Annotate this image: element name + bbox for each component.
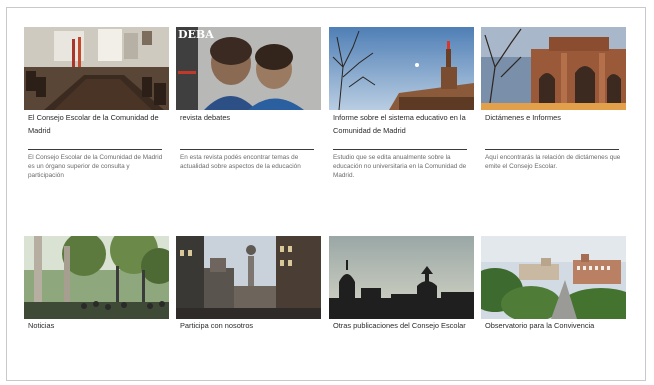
puerta-alcala-image[interactable]: [481, 27, 626, 110]
card-divider: [333, 149, 467, 150]
card-title[interactable]: revista debates: [180, 112, 318, 125]
card-title[interactable]: Noticias: [28, 320, 166, 333]
card-description: El Consejo Escolar de la Comunidad de Ma…: [28, 154, 163, 179]
card-description: Aquí encontrarás la relación de dictámen…: [485, 154, 621, 170]
magazine-logo: DEBA: [178, 28, 214, 41]
park-image[interactable]: [24, 236, 169, 319]
card-informe[interactable]: Informe sobre el sistema educativo en la…: [329, 27, 474, 202]
city-panorama-image[interactable]: [481, 236, 626, 319]
skyline-silhouette-image[interactable]: [329, 236, 474, 319]
card-noticias[interactable]: Noticias: [24, 236, 169, 341]
card-consejo-escolar[interactable]: El Consejo Escolar de la Comunidad de Ma…: [24, 27, 169, 197]
card-divider: [180, 149, 314, 150]
card-otras-publicaciones[interactable]: Otras publicaciones del Consejo Escolar: [329, 236, 474, 346]
card-divider: [485, 149, 619, 150]
magazine-cover-image[interactable]: DEBA: [176, 27, 321, 110]
card-participa[interactable]: Participa con nosotros: [176, 236, 321, 341]
city-street-image[interactable]: [176, 236, 321, 319]
card-description: Estudio que se edita anualmente sobre la…: [333, 154, 467, 179]
card-observatorio[interactable]: Observatorio para la Convivencia: [481, 236, 626, 346]
meeting-room-image[interactable]: [24, 27, 169, 110]
card-title[interactable]: Participa con nosotros: [180, 320, 318, 333]
card-description: En esta revista podés encontrar temas de…: [180, 154, 301, 170]
card-revista-debates[interactable]: DEBA revista debates En esta revista pod…: [176, 27, 321, 197]
card-title[interactable]: Observatorio para la Convivencia: [485, 320, 623, 333]
card-divider: [28, 149, 162, 150]
card-title[interactable]: Informe sobre el sistema educativo en la…: [333, 112, 471, 137]
card-title[interactable]: Otras publicaciones del Consejo Escolar: [333, 320, 471, 333]
card-dictamenes[interactable]: Dictámenes e Informes Aquí encontrarás l…: [481, 27, 626, 197]
card-title[interactable]: El Consejo Escolar de la Comunidad de Ma…: [28, 112, 166, 137]
building-sky-image[interactable]: [329, 27, 474, 110]
card-title[interactable]: Dictámenes e Informes: [485, 112, 623, 125]
